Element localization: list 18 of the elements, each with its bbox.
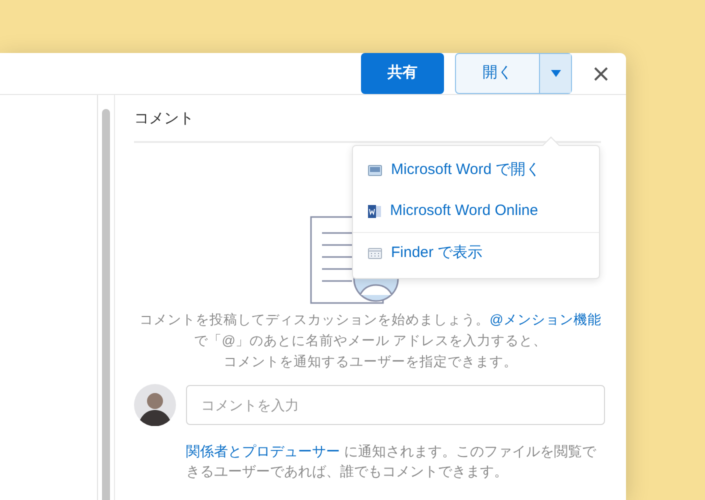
- comment-input-field[interactable]: コメントを入力: [186, 384, 605, 424]
- menu-item[interactable]: Microsoft Word で開く: [353, 150, 599, 191]
- dropdown-toggle[interactable]: [539, 54, 571, 93]
- monitor-icon: [368, 165, 382, 176]
- close-icon[interactable]: [594, 66, 608, 80]
- avatar-icon: [134, 384, 176, 426]
- word-document-icon: [368, 205, 381, 218]
- menu-item[interactable]: Microsoft Word Online: [353, 191, 599, 232]
- intro-text: コメントを投稿してディスカッションを始めましょう。@メンション機能 で「@」のあとに名前やメール アドレスを入力すると、 コメントを通知するユーザーを指定できます。: [138, 310, 602, 370]
- mention-link[interactable]: @メンション機能: [490, 312, 602, 326]
- comments-title: コメント: [134, 108, 601, 142]
- menu-item[interactable]: Finder で表示: [353, 233, 599, 274]
- grid-window-icon: [368, 248, 382, 259]
- share-button[interactable]: 共有: [361, 53, 444, 94]
- open-button[interactable]: 開く: [456, 54, 539, 93]
- notice-text: 関係者とプロデューサー に通知されます。このファイルを閲覧できるユーザーであれば、誰でもコメントできます。: [186, 442, 598, 480]
- caret-icon: [550, 70, 560, 77]
- collaborators-link[interactable]: 関係者とプロデューサー: [186, 442, 340, 458]
